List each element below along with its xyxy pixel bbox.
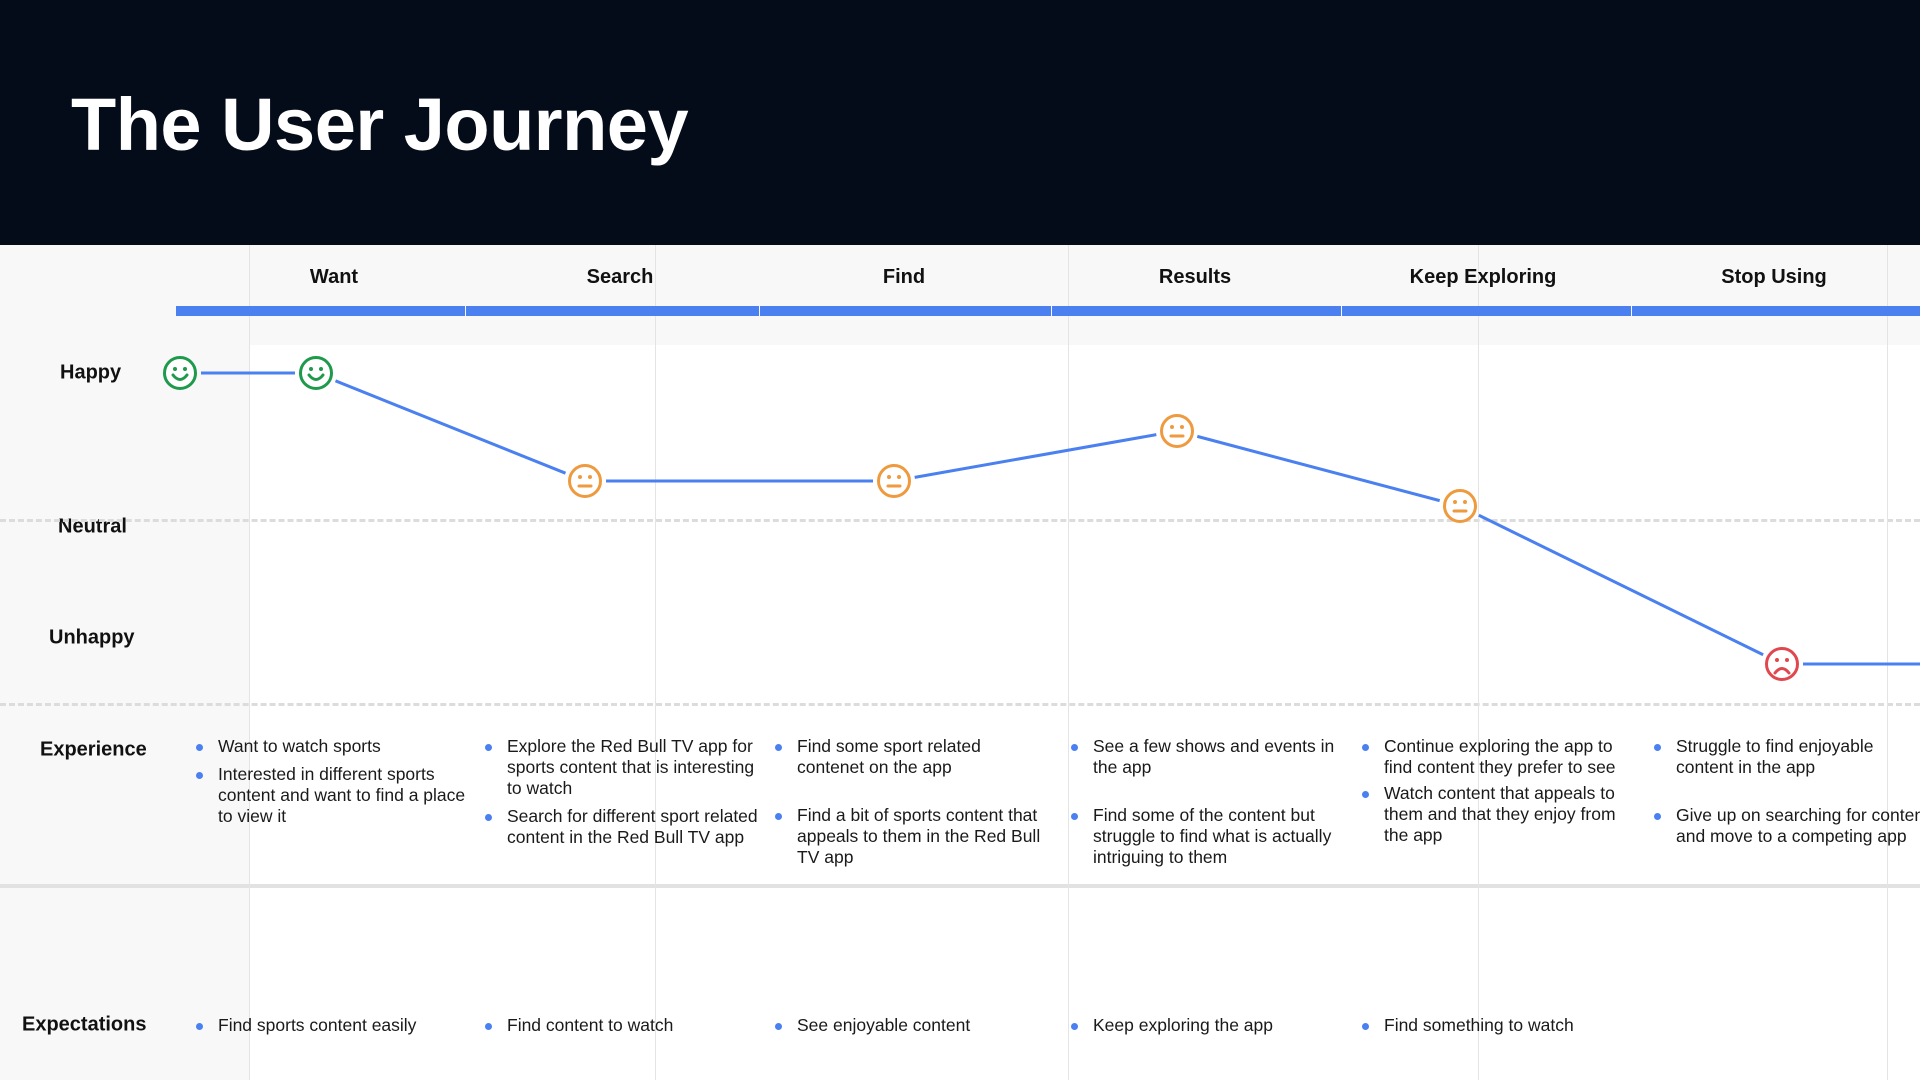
neutral-face-icon <box>568 464 602 498</box>
emotion-curve <box>163 356 1920 681</box>
sad-face-icon <box>1765 647 1799 681</box>
neutral-face-icon <box>1443 489 1477 523</box>
smile-face-icon <box>163 356 197 390</box>
emotion-line-segment <box>1196 434 1441 503</box>
emotion-line-segment <box>334 379 567 475</box>
smile-face-icon <box>299 356 333 390</box>
emotion-line-segment <box>1478 513 1764 657</box>
emotion-line-segment <box>914 433 1157 479</box>
neutral-face-icon <box>877 464 911 498</box>
neutral-face-icon <box>1160 414 1194 448</box>
